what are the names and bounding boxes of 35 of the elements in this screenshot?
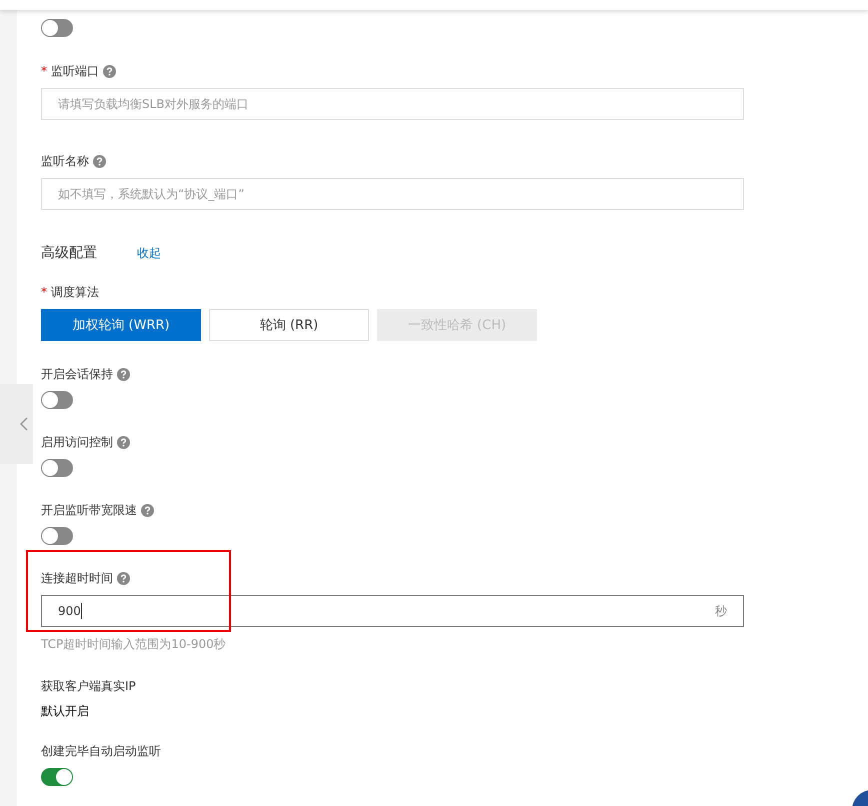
input-value: 900 (58, 604, 81, 618)
field-label: 调度算法 (51, 284, 99, 300)
number-input[interactable]: 900 秒 (41, 595, 744, 627)
help-icon[interactable] (103, 64, 116, 78)
toggle-switch[interactable] (41, 768, 73, 786)
collapse-link[interactable]: 收起 (137, 244, 161, 262)
toggle-switch[interactable] (41, 19, 73, 37)
chevron-left-icon (19, 416, 29, 432)
text-input[interactable]: 如不填写，系统默认为“协议_端口” (41, 178, 744, 210)
required-mark: * (41, 64, 47, 78)
field-value: 默认开启 (41, 703, 90, 720)
field-label: 连接超时时间 (41, 570, 113, 586)
text-input[interactable]: 请填写负载均衡SLB对外服务的端口 (41, 88, 744, 120)
required-mark: * (41, 285, 47, 299)
field-label: 监听端口 (51, 62, 99, 80)
unit-label: 秒 (715, 602, 727, 620)
toggle-switch[interactable] (41, 459, 73, 477)
help-icon[interactable] (117, 436, 130, 448)
field-label: 创建完毕自动启动监听 (41, 742, 161, 760)
toggle-switch[interactable] (41, 527, 73, 545)
toggle-switch[interactable] (41, 391, 73, 409)
field-label: 监听名称 (41, 152, 89, 170)
field-label: 启用访问控制 (41, 434, 113, 450)
collapse-handle[interactable] (0, 384, 33, 464)
hint-text: TCP超时时间输入范围为10-900秒 (41, 636, 227, 653)
algorithm-option[interactable]: 加权轮询 (WRR) (41, 309, 201, 341)
help-icon[interactable] (93, 154, 106, 168)
section-title: 高级配置 (41, 244, 97, 262)
help-icon[interactable] (117, 572, 130, 584)
help-icon[interactable] (141, 504, 154, 516)
field-label: 开启会话保持 (41, 366, 113, 382)
algorithm-option[interactable]: 轮询 (RR) (209, 309, 369, 341)
field-label: 获取客户端真实IP (41, 678, 136, 694)
help-icon[interactable] (117, 368, 130, 380)
field-label: 开启监听带宽限速 (41, 502, 137, 518)
